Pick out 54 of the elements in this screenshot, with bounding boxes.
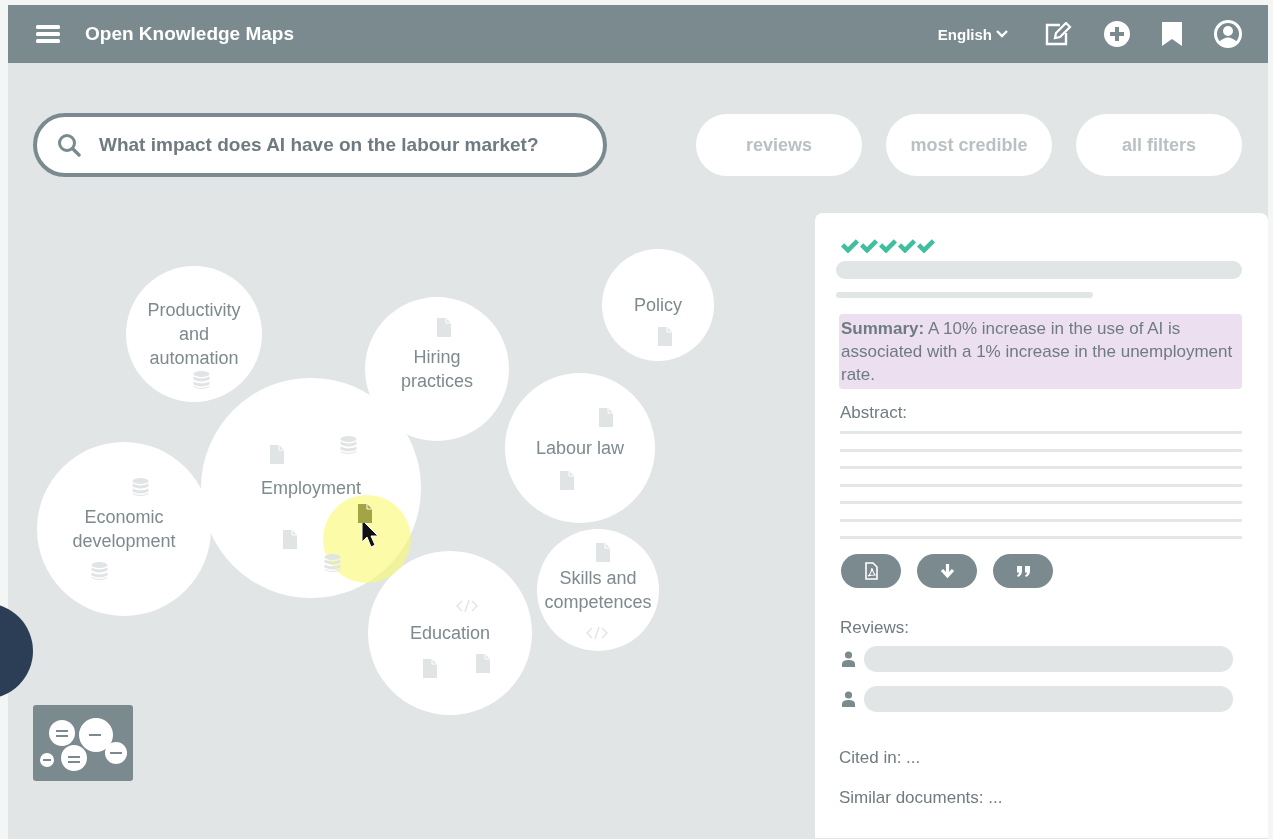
cited-in-text: Cited in: ...	[839, 748, 922, 768]
topic-bubble[interactable]: Hiring practices	[365, 297, 509, 441]
document-icon[interactable]	[598, 407, 614, 427]
search-field[interactable]: What impact does AI have on the labour market?	[33, 113, 607, 177]
reviews-label: Reviews:	[840, 618, 910, 638]
topic-bubble[interactable]: Economic development	[37, 442, 211, 616]
similar-documents-text: Similar documents: ...	[839, 788, 1004, 808]
topic-bubble[interactable]: Skills and competences	[537, 529, 659, 651]
user-icon[interactable]	[1214, 20, 1242, 48]
document-icon[interactable]	[422, 658, 438, 678]
document-icon[interactable]	[559, 470, 575, 490]
database-icon[interactable]	[323, 553, 341, 573]
topic-bubble[interactable]: Policy	[602, 249, 714, 361]
code-icon[interactable]	[456, 599, 478, 613]
topic-label: Policy	[633, 294, 683, 317]
document-icon[interactable]	[657, 326, 673, 346]
topic-bubble[interactable]: Productivity and automation	[126, 266, 262, 402]
database-icon[interactable]	[192, 370, 210, 390]
download-button[interactable]	[917, 554, 977, 588]
topic-label: Skills and competences	[543, 567, 653, 614]
summary-text: Summary: A 10% increase in the use of AI is associated with a 1% increase in the unemployment rate.	[839, 314, 1242, 389]
edit-icon[interactable]	[1044, 22, 1072, 46]
app-title: Open Knowledge Maps	[85, 23, 295, 45]
topic-bubble[interactable]: Labour law	[505, 373, 655, 523]
cite-button[interactable]	[993, 554, 1053, 588]
document-icon[interactable]	[282, 529, 298, 549]
bookmark-icon[interactable]	[1162, 22, 1182, 46]
menu-icon[interactable]	[36, 24, 60, 44]
add-icon[interactable]	[1104, 21, 1130, 47]
download-icon	[938, 562, 956, 580]
person-icon	[842, 651, 855, 667]
document-icon[interactable]	[436, 317, 452, 337]
pdf-icon	[862, 562, 880, 580]
document-icon[interactable]	[595, 542, 611, 562]
database-icon[interactable]	[339, 435, 357, 455]
abstract-label: Abstract:	[840, 403, 909, 423]
person-icon	[842, 691, 855, 707]
topic-bubble[interactable]: Education	[368, 551, 532, 715]
topic-label: Productivity and automation	[146, 299, 242, 370]
language-button[interactable]: English	[937, 25, 1008, 43]
search-icon	[57, 133, 81, 157]
document-icon[interactable]	[269, 444, 285, 464]
topic-label: Labour law	[534, 437, 626, 460]
document-icon[interactable]	[475, 653, 491, 673]
minimap-drawing[interactable]	[33, 705, 133, 781]
chevron-icon	[996, 30, 1008, 38]
database-icon[interactable]	[131, 477, 149, 497]
pdf-button[interactable]	[841, 554, 901, 588]
topic-label: Education	[408, 622, 492, 645]
document-icon[interactable]	[357, 503, 373, 523]
topic-label: Employment	[259, 477, 362, 500]
topic-label: Economic development	[71, 506, 177, 553]
code-icon[interactable]	[586, 626, 608, 640]
database-icon[interactable]	[90, 561, 108, 581]
